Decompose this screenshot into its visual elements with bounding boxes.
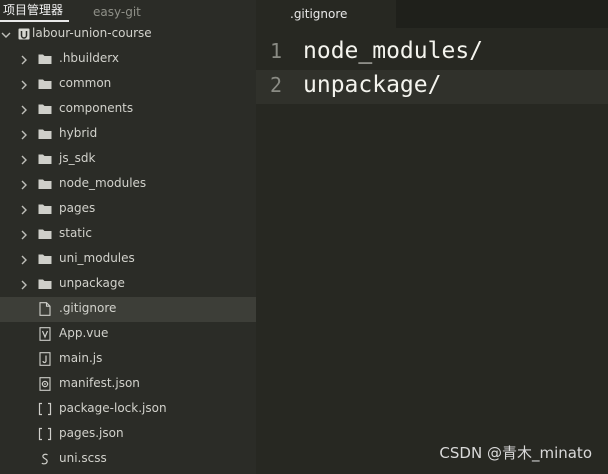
- tree-item-label: package-lock.json: [59, 401, 167, 415]
- watermark-text: CSDN @青木_minato: [439, 444, 592, 462]
- sidebar-tabs: 项目管理器 easy-git: [0, 0, 256, 22]
- chevron-right-icon[interactable]: [19, 280, 29, 290]
- tree-folder[interactable]: .hbuilderx: [0, 47, 256, 72]
- line-text[interactable]: node_modules/: [303, 36, 483, 66]
- tree-item-label: App.vue: [59, 326, 109, 340]
- tab-easy-git[interactable]: easy-git: [89, 2, 145, 22]
- code-line-current[interactable]: 2 unpackage/: [256, 70, 608, 104]
- tree-item-label: .gitignore: [59, 301, 117, 315]
- chevron-right-icon[interactable]: [19, 80, 29, 90]
- tree-folder[interactable]: hybrid: [0, 122, 256, 147]
- tree-file[interactable]: pages.json: [0, 422, 256, 447]
- code-area[interactable]: 1 node_modules/ 2 unpackage/: [256, 36, 608, 104]
- folder-icon: [38, 77, 52, 91]
- editor-tab-gitignore[interactable]: .gitignore: [256, 0, 396, 28]
- file-icon: [38, 302, 52, 316]
- tree-file[interactable]: manifest.json: [0, 372, 256, 397]
- code-editor[interactable]: .gitignore 1 node_modules/ 2 unpackage/ …: [256, 0, 608, 474]
- tree-file-selected[interactable]: .gitignore: [0, 297, 256, 322]
- tree-item-label: pages.json: [59, 426, 124, 440]
- tree-item-label: manifest.json: [59, 376, 140, 390]
- tree-item-label: unpackage: [59, 276, 125, 290]
- tree-file[interactable]: uni.scss: [0, 447, 256, 472]
- tree-root-project[interactable]: labour-union-course: [0, 22, 256, 47]
- tree-folder[interactable]: node_modules: [0, 172, 256, 197]
- tree-item-label: labour-union-course: [32, 26, 152, 40]
- json-brackets-icon: [38, 402, 52, 416]
- tree-file[interactable]: main.js: [0, 347, 256, 372]
- tree-folder[interactable]: components: [0, 97, 256, 122]
- tree-item-label: js_sdk: [59, 151, 96, 165]
- folder-icon: [38, 52, 52, 66]
- editor-tab-bar: .gitignore: [256, 0, 608, 28]
- chevron-right-icon[interactable]: [19, 155, 29, 165]
- line-number: 1: [269, 39, 283, 63]
- folder-icon: [38, 152, 52, 166]
- vue-file-icon: [38, 327, 52, 341]
- js-file-icon: [38, 352, 52, 366]
- tree-folder[interactable]: js_sdk: [0, 147, 256, 172]
- tree-file[interactable]: package-lock.json: [0, 397, 256, 422]
- file-tree: labour-union-course .hbuilderx common co…: [0, 22, 256, 472]
- tree-file[interactable]: App.vue: [0, 322, 256, 347]
- manifest-gear-icon: [38, 377, 52, 391]
- folder-icon: [38, 227, 52, 241]
- tree-item-label: pages: [59, 201, 96, 215]
- folder-icon: [38, 127, 52, 141]
- line-number: 2: [269, 73, 283, 97]
- tree-folder[interactable]: pages: [0, 197, 256, 222]
- chevron-right-icon[interactable]: [19, 205, 29, 215]
- tree-folder[interactable]: static: [0, 222, 256, 247]
- tree-item-label: static: [59, 226, 92, 240]
- code-line[interactable]: 1 node_modules/: [256, 36, 608, 70]
- folder-icon: [38, 202, 52, 216]
- tree-folder[interactable]: common: [0, 72, 256, 97]
- scss-file-icon: [38, 452, 52, 466]
- tree-folder[interactable]: unpackage: [0, 272, 256, 297]
- json-brackets-icon: [38, 427, 52, 441]
- tree-item-label: hybrid: [59, 126, 98, 140]
- folder-icon: [38, 277, 52, 291]
- tree-item-label: uni_modules: [59, 251, 135, 265]
- tree-item-label: components: [59, 101, 134, 115]
- tree-item-label: common: [59, 76, 112, 90]
- tree-folder[interactable]: uni_modules: [0, 247, 256, 272]
- project-explorer-sidebar: 项目管理器 easy-git labour-union-course .hbui…: [0, 0, 256, 474]
- folder-icon: [38, 252, 52, 266]
- tree-item-label: main.js: [59, 351, 103, 365]
- tree-item-label: uni.scss: [59, 451, 107, 465]
- folder-icon: [38, 177, 52, 191]
- folder-icon: [38, 102, 52, 116]
- line-text[interactable]: unpackage/: [303, 70, 441, 100]
- tab-project-manager[interactable]: 项目管理器: [0, 0, 70, 22]
- tree-item-label: node_modules: [59, 176, 147, 190]
- chevron-down-icon[interactable]: [1, 30, 11, 40]
- chevron-right-icon[interactable]: [19, 105, 29, 115]
- chevron-right-icon[interactable]: [19, 230, 29, 240]
- project-icon: [17, 27, 31, 41]
- chevron-right-icon[interactable]: [19, 130, 29, 140]
- chevron-right-icon[interactable]: [19, 55, 29, 65]
- tree-item-label: .hbuilderx: [59, 51, 120, 65]
- chevron-right-icon[interactable]: [19, 255, 29, 265]
- chevron-right-icon[interactable]: [19, 180, 29, 190]
